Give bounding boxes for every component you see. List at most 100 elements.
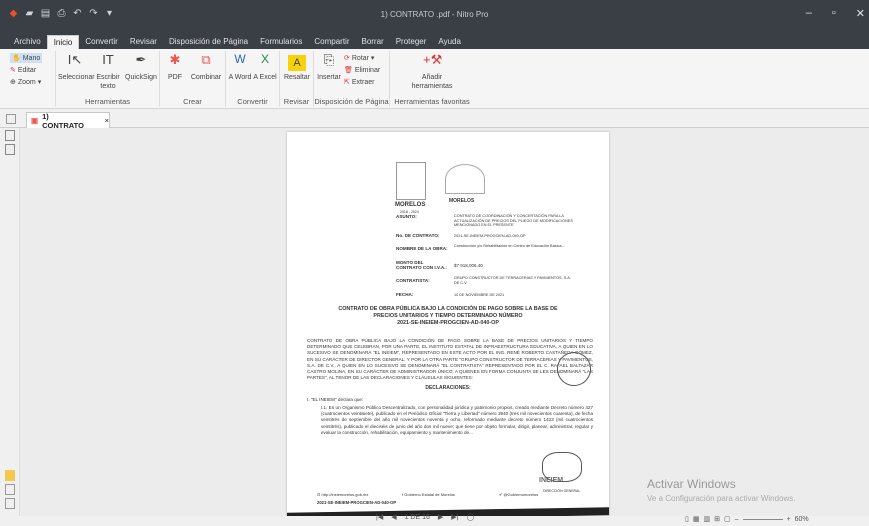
editar-button[interactable]: ✎ Editar [10, 65, 36, 75]
morelos-logo [396, 162, 426, 200]
tab-contrato[interactable]: ▣ 1) CONTRATO × [26, 111, 110, 130]
fullscreen-icon[interactable]: ▢ [724, 515, 731, 523]
insertar-label: Insertar [317, 74, 341, 81]
footer-contract: 2021-SE-INEIEM-PROGCIEN-AD-040-OP [317, 500, 397, 505]
group-navigation: ✋ Mano ✎ Editar ⊕ Zoom ▾ [4, 51, 56, 107]
title-bar: ◆ ▰ ▤ ⎙ ↶ ↷ ▾ 1) CONTRATO .pdf - Nitro P… [0, 0, 869, 33]
window-title: 1) CONTRATO .pdf - Nitro Pro [380, 10, 489, 19]
intro-paragraph: CONTRATO DE OBRA PÚBLICA BAJO LA CONDICI… [307, 338, 593, 381]
extraer-button[interactable]: ⇱ Extraer [344, 77, 374, 87]
menu-archivo[interactable]: Archivo [8, 35, 47, 49]
row-fecha-key: FECHA: [396, 292, 414, 297]
row-asunto-value: CONTRATO DE COORDINACIÓN Y CONCERTACIÓN … [454, 214, 573, 227]
zoom-slider[interactable] [742, 518, 783, 520]
tab-close-icon[interactable]: × [105, 116, 109, 125]
zoom-in-icon[interactable]: + [787, 516, 791, 523]
last-page-icon[interactable]: ▶| [451, 513, 458, 521]
document-tabs: ▣ 1) CONTRATO × [0, 110, 869, 130]
tab-list-icon[interactable] [6, 114, 16, 124]
signatures-panel-icon[interactable] [5, 498, 15, 509]
pages-panel-icon[interactable] [5, 130, 15, 141]
add-tool-icon: +⚒ [423, 52, 443, 67]
rotar-button[interactable]: ⟳ Rotar ▾ [344, 53, 374, 63]
extraer-label: Extraer [351, 78, 375, 86]
zoom-icon: ⊕ [10, 79, 16, 86]
word-icon: W [234, 52, 246, 66]
menu-proteger[interactable]: Proteger [390, 35, 433, 49]
row-contratista-value: GRUPO CONSTRUCTOR DE TERRACERIAS Y PAVIM… [454, 276, 571, 285]
escribir-label: Escribir texto [96, 74, 120, 90]
morelos-flower-logo [445, 164, 485, 194]
extract-icon: ⇱ [344, 79, 350, 86]
group-revisar: A Resaltar Revisar [280, 51, 314, 107]
next-page-icon[interactable]: ▶ [438, 513, 443, 521]
combinar-button[interactable]: ⧉ Combinar [188, 53, 224, 82]
menu-convertir[interactable]: Convertir [79, 35, 123, 49]
minimize-icon[interactable]: – [806, 7, 812, 20]
eliminar-button[interactable]: 🗑 Eliminar [344, 65, 380, 75]
insertar-button[interactable]: ⎘ Insertar [316, 52, 342, 82]
footer-facebook-text: Gobierno Estatal de Morelos [404, 492, 455, 497]
bookmarks-panel-icon[interactable] [5, 144, 15, 155]
hand-icon: ✋ [12, 55, 21, 62]
footer-facebook: f Gobierno Estatal de Morelos [402, 492, 455, 498]
prev-page-icon[interactable]: ◀ [391, 513, 396, 521]
windows-watermark: Activar Windows Ve a Configuración para … [647, 477, 796, 503]
reflow-icon[interactable]: ◯ [466, 513, 474, 521]
comments-panel-icon[interactable] [5, 470, 15, 481]
pdf-button[interactable]: ✱ PDF [162, 53, 188, 82]
ribbon: ✋ Mano ✎ Editar ⊕ Zoom ▾ I↖ Seleccionar IT Es… [0, 49, 869, 109]
escribir-button[interactable]: IT Escribir texto [92, 53, 124, 91]
menu-disposicion[interactable]: Disposición de Página [163, 35, 254, 49]
group-convertir: W A Word X A Excel Convertir [226, 51, 280, 107]
insert-page-icon: ⎘ [323, 52, 335, 67]
single-page-icon[interactable]: ▯ [685, 515, 689, 523]
word-button[interactable]: W A Word [228, 52, 252, 82]
grid-view-icon[interactable]: ⊞ [714, 515, 720, 523]
row-monto-key: MONTO DEL CONTRATO CON I.V.A.: [396, 260, 447, 270]
zoom-button[interactable]: ⊕ Zoom ▾ [10, 77, 41, 87]
quicksign-button[interactable]: ✒ QuickSign [124, 53, 158, 82]
view-controls: ▯ ▦ ▥ ⊞ ▢ – + 60% [685, 515, 809, 524]
group-disposicion: ⎘ Insertar ⟳ Rotar ▾ 🗑 Eliminar ⇱ Extraer Di… [314, 51, 390, 107]
cursor-icon: I↖ [67, 52, 83, 67]
attachments-panel-icon[interactable] [5, 484, 15, 495]
menu-formularios[interactable]: Formularios [254, 35, 308, 49]
mano-button[interactable]: ✋ Mano [10, 53, 43, 63]
zoom-out-icon[interactable]: – [735, 516, 739, 523]
heading-line3: 2021-SE-INEIEM-PROGCIEN-AD-040-OP [397, 320, 499, 326]
declaration-paragraph: I.1. Es un Organismo Público Descentrali… [321, 405, 593, 435]
pdf-page[interactable]: MORELOS 2018 - 2024 MORELOS ASUNTO: CONT… [287, 132, 609, 526]
delete-icon: 🗑 [344, 67, 353, 74]
revisar-label: Revisar [283, 97, 310, 106]
zoom-level[interactable]: 60% [795, 516, 809, 523]
excel-icon: X [260, 52, 269, 66]
page-indicator[interactable]: 1 DE 16 [405, 514, 430, 521]
declaraciones-heading: DECLARACIONES: [425, 385, 471, 391]
tab-label: 1) CONTRATO [42, 111, 84, 130]
menu-compartir[interactable]: Compartir [308, 35, 355, 49]
highlight-icon: A [288, 55, 306, 71]
menu-revisar[interactable]: Revisar [124, 35, 163, 49]
crear-label: Crear [183, 97, 202, 106]
first-page-icon[interactable]: |◀ [376, 513, 383, 521]
close-icon[interactable]: ✕ [856, 7, 865, 20]
row-monto-value: $7 918,006.40 [454, 263, 483, 268]
brand1: MORELOS [395, 202, 426, 208]
facing-icon[interactable]: ▥ [703, 515, 710, 523]
resaltar-button[interactable]: A Resaltar [282, 55, 312, 82]
window-controls: – ▫ ✕ [806, 7, 865, 20]
excel-button[interactable]: X A Excel [253, 52, 277, 82]
seleccionar-label: Seleccionar [58, 74, 95, 81]
convertir-label: Convertir [237, 97, 268, 106]
menu-ayuda[interactable]: Ayuda [432, 35, 467, 49]
pdf-file-icon: ▣ [31, 116, 39, 125]
menu-borrar[interactable]: Borrar [355, 35, 389, 49]
maximize-icon[interactable]: ▫ [832, 7, 836, 20]
excel-label: A Excel [253, 74, 277, 81]
seleccionar-button[interactable]: I↖ Seleccionar [58, 52, 95, 82]
continuous-icon[interactable]: ▦ [693, 515, 700, 523]
zoom-label: Zoom ▾ [17, 79, 42, 86]
menu-inicio[interactable]: Inicio [46, 35, 80, 49]
anadir-button[interactable]: +⚒ Añadir herramientas [410, 52, 454, 91]
